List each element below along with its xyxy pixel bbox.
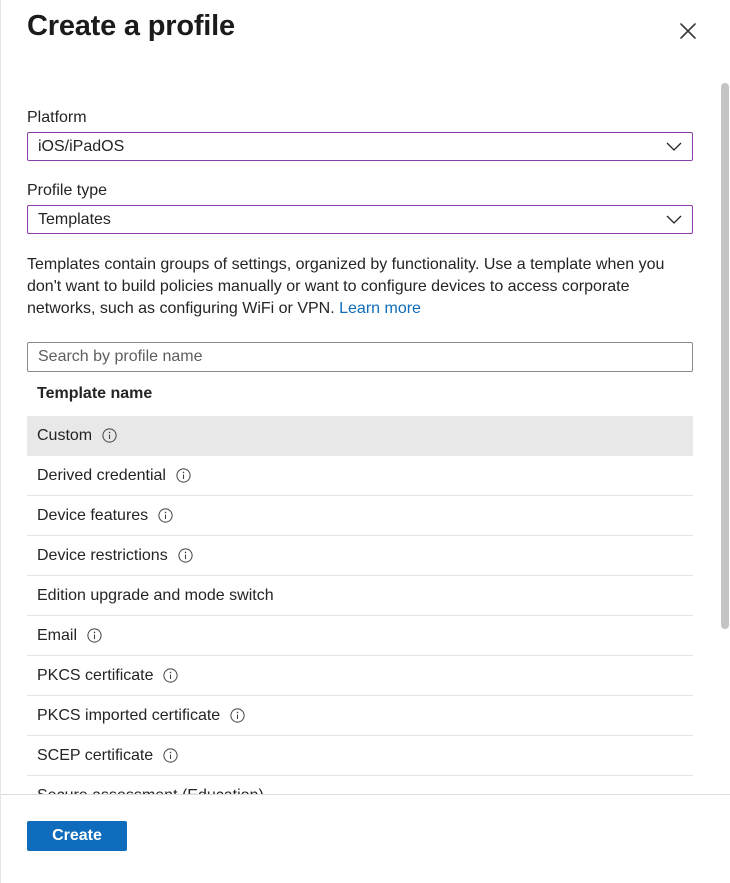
learn-more-link[interactable]: Learn more bbox=[339, 300, 421, 317]
template-name: Email bbox=[37, 626, 78, 644]
info-icon[interactable] bbox=[176, 468, 191, 483]
platform-dropdown-value: iOS/iPadOS bbox=[38, 138, 125, 155]
template-name: PKCS certificate bbox=[37, 666, 154, 684]
table-row[interactable]: PKCS certificate bbox=[27, 656, 693, 696]
info-icon[interactable] bbox=[230, 708, 245, 723]
profile-type-label: Profile type bbox=[27, 182, 108, 199]
table-row[interactable]: Custom bbox=[27, 416, 693, 456]
platform-dropdown[interactable]: iOS/iPadOS bbox=[27, 132, 693, 161]
template-name: Device restrictions bbox=[37, 546, 168, 564]
table-row[interactable]: Device restrictions bbox=[27, 536, 693, 576]
template-name: PKCS imported certificate bbox=[37, 706, 221, 724]
template-name: Device features bbox=[37, 506, 149, 524]
chevron-down-icon bbox=[666, 142, 682, 151]
create-button[interactable]: Create bbox=[27, 821, 127, 851]
templates-description: Templates contain groups of settings, or… bbox=[27, 254, 693, 320]
platform-label: Platform bbox=[27, 109, 87, 126]
scrollbar[interactable] bbox=[720, 83, 730, 794]
create-profile-panel: Create a profile Platform iOS/iPadOS Pro… bbox=[0, 0, 730, 883]
scrollbar-thumb[interactable] bbox=[721, 83, 729, 629]
profile-type-dropdown[interactable]: Templates bbox=[27, 205, 693, 234]
info-icon[interactable] bbox=[87, 628, 102, 643]
template-name: Derived credential bbox=[37, 466, 166, 484]
close-button[interactable] bbox=[675, 18, 701, 44]
footer: Create bbox=[1, 794, 730, 883]
template-name: SCEP certificate bbox=[37, 746, 154, 764]
table-row[interactable]: Email bbox=[27, 616, 693, 656]
template-list: Custom Derived credential Device features D… bbox=[27, 416, 693, 794]
info-icon[interactable] bbox=[163, 748, 178, 763]
template-name: Secure assessment (Education) bbox=[37, 787, 264, 795]
close-icon bbox=[680, 23, 696, 39]
table-row[interactable]: Derived credential bbox=[27, 456, 693, 496]
table-row[interactable]: Secure assessment (Education) bbox=[27, 776, 693, 795]
info-icon[interactable] bbox=[163, 668, 179, 683]
content-scroll-area: Platform iOS/iPadOS Profile type Templat… bbox=[1, 80, 730, 794]
page-title: Create a profile bbox=[27, 10, 235, 42]
table-row[interactable]: PKCS imported certificate bbox=[27, 696, 693, 736]
info-icon[interactable] bbox=[102, 428, 117, 443]
profile-type-dropdown-value: Templates bbox=[38, 211, 111, 228]
search-input[interactable] bbox=[27, 342, 693, 372]
template-name: Custom bbox=[37, 426, 93, 444]
chevron-down-icon bbox=[666, 215, 682, 224]
table-row[interactable]: Edition upgrade and mode switch bbox=[27, 576, 693, 616]
info-icon[interactable] bbox=[178, 548, 193, 563]
column-header-template-name[interactable]: Template name bbox=[37, 385, 152, 403]
info-icon[interactable] bbox=[158, 508, 173, 523]
table-row[interactable]: SCEP certificate bbox=[27, 736, 693, 776]
table-row[interactable]: Device features bbox=[27, 496, 693, 536]
template-name: Edition upgrade and mode switch bbox=[37, 586, 274, 604]
